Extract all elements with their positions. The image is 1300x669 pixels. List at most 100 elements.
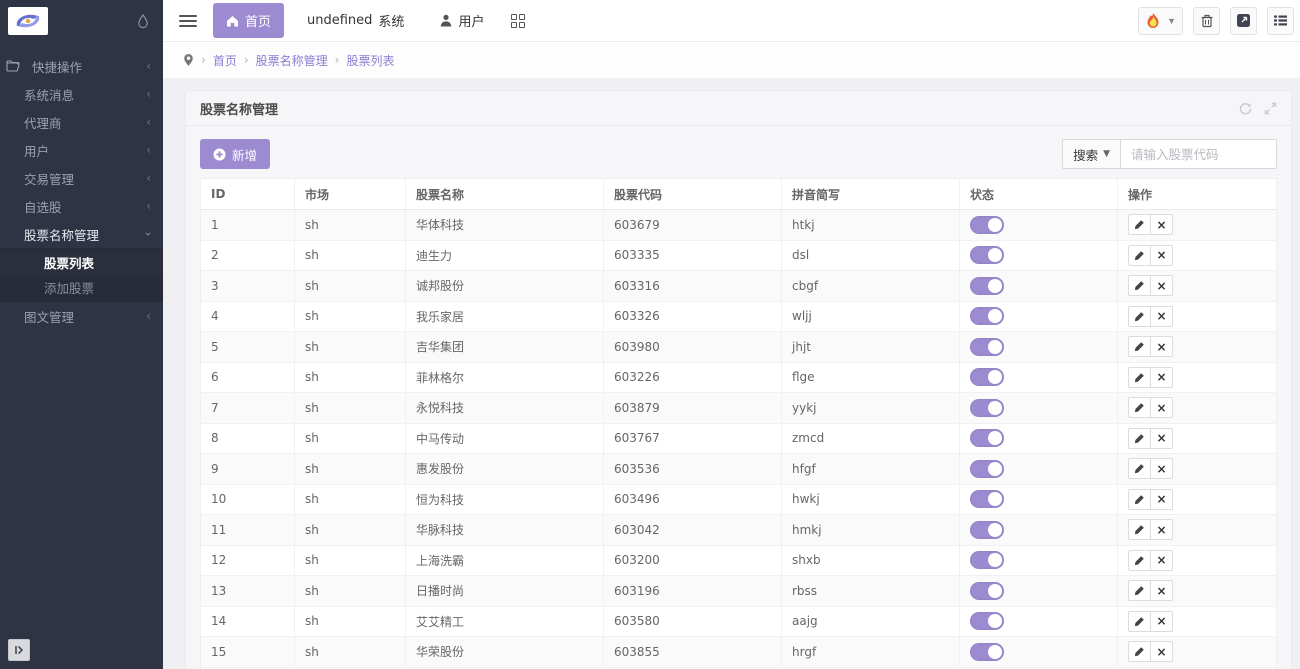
breadcrumb-link[interactable]: 股票列表 — [346, 52, 394, 69]
chevron-left-icon: ‹ — [146, 87, 151, 101]
sidebar-item-watchlist[interactable]: 自选股‹ — [0, 192, 163, 220]
search-dropdown-button[interactable]: 搜索 ▼ — [1062, 139, 1121, 169]
sidebar-item-system-messages[interactable]: 系统消息‹ — [0, 80, 163, 108]
delete-button[interactable]: × — [1150, 580, 1173, 601]
grid-icon[interactable] — [511, 14, 525, 28]
sidebar-subitem-stock-list[interactable]: 股票列表 — [0, 250, 163, 275]
status-toggle[interactable] — [970, 307, 1004, 325]
close-icon: × — [1156, 554, 1166, 566]
status-toggle[interactable] — [970, 277, 1004, 295]
nav-home-button[interactable]: 首页 — [213, 3, 284, 38]
edit-button[interactable] — [1128, 245, 1151, 266]
refresh-icon[interactable] — [1239, 102, 1252, 115]
status-toggle[interactable] — [970, 551, 1004, 569]
pencil-icon — [1134, 402, 1145, 413]
fullscreen-icon[interactable] — [1264, 102, 1277, 115]
collapse-arrow-icon — [13, 644, 25, 656]
delete-button[interactable]: × — [1150, 489, 1173, 510]
sidebar-item-content-management[interactable]: 图文管理‹ — [0, 302, 163, 330]
sidebar-item-stock-name-management[interactable]: 股票名称管理› — [0, 220, 163, 248]
delete-button[interactable]: × — [1150, 367, 1173, 388]
log-list-button[interactable] — [1267, 7, 1294, 35]
cell-pinyin: flge — [782, 362, 960, 393]
edit-button[interactable] — [1128, 306, 1151, 327]
search-input[interactable] — [1121, 139, 1277, 169]
sidebar-item-label: 股票名称管理 — [24, 225, 146, 244]
edit-button[interactable] — [1128, 428, 1151, 449]
table-row: 9sh惠发股份603536hfgf× — [201, 454, 1277, 485]
status-toggle[interactable] — [970, 246, 1004, 264]
sidebar-item-label: 系统消息 — [24, 85, 146, 104]
cell-actions: × — [1118, 606, 1277, 637]
edit-button[interactable] — [1128, 336, 1151, 357]
delete-button[interactable]: × — [1150, 336, 1173, 357]
edit-button[interactable] — [1128, 550, 1151, 571]
edit-button[interactable] — [1128, 489, 1151, 510]
sidebar-item-label: 代理商 — [24, 113, 146, 132]
sidebar-subitem-add-stock[interactable]: 添加股票 — [0, 275, 163, 300]
delete-button[interactable]: × — [1150, 306, 1173, 327]
delete-button[interactable]: × — [1150, 550, 1173, 571]
status-toggle[interactable] — [970, 216, 1004, 234]
table-row: 7sh永悦科技603879yykj× — [201, 393, 1277, 424]
status-toggle[interactable] — [970, 460, 1004, 478]
sidebar-item-trade-management[interactable]: 交易管理‹ — [0, 164, 163, 192]
delete-button[interactable]: × — [1150, 611, 1173, 632]
status-toggle[interactable] — [970, 368, 1004, 386]
status-toggle[interactable] — [970, 612, 1004, 630]
nav-system-button[interactable]: undefined系统 — [294, 3, 417, 38]
edit-button[interactable] — [1128, 214, 1151, 235]
edit-button[interactable] — [1128, 611, 1151, 632]
edit-button[interactable] — [1128, 641, 1151, 662]
toggle-knob — [988, 309, 1002, 323]
edit-button[interactable] — [1128, 397, 1151, 418]
status-toggle[interactable] — [970, 429, 1004, 447]
cell-pinyin: zmcd — [782, 423, 960, 454]
trash-button[interactable] — [1193, 7, 1220, 35]
edit-button[interactable] — [1128, 580, 1151, 601]
app-logo[interactable] — [8, 7, 48, 35]
delete-button[interactable]: × — [1150, 641, 1173, 662]
cell-actions: × — [1118, 515, 1277, 546]
hamburger-icon[interactable] — [179, 15, 197, 27]
pencil-icon — [1134, 311, 1145, 322]
add-button[interactable]: 新增 — [200, 139, 270, 169]
theme-flame-button[interactable]: ▼ — [1138, 7, 1183, 35]
toggle-knob — [988, 553, 1002, 567]
table-row: 8sh中马传动603767zmcd× — [201, 423, 1277, 454]
delete-button[interactable]: × — [1150, 275, 1173, 296]
delete-button[interactable]: × — [1150, 214, 1173, 235]
status-toggle[interactable] — [970, 338, 1004, 356]
status-toggle[interactable] — [970, 582, 1004, 600]
edit-button[interactable] — [1128, 275, 1151, 296]
pencil-icon — [1134, 524, 1145, 535]
screenshot-button[interactable] — [1230, 7, 1257, 35]
edit-button[interactable] — [1128, 458, 1151, 479]
sidebar-item-quick-actions[interactable]: 快捷操作‹ — [0, 52, 163, 80]
sidebar-collapse-button[interactable] — [8, 639, 30, 661]
cell-market: sh — [295, 576, 406, 607]
status-toggle[interactable] — [970, 643, 1004, 661]
cell-pinyin: cbgf — [782, 271, 960, 302]
breadcrumb-link[interactable]: 首页 — [213, 52, 237, 69]
sidebar-item-users[interactable]: 用户‹ — [0, 136, 163, 164]
delete-button[interactable]: × — [1150, 458, 1173, 479]
cell-actions: × — [1118, 271, 1277, 302]
status-toggle[interactable] — [970, 521, 1004, 539]
droplet-icon[interactable] — [137, 14, 149, 29]
nav-user-button[interactable]: 用户 — [427, 3, 497, 38]
status-toggle[interactable] — [970, 490, 1004, 508]
delete-button[interactable]: × — [1150, 519, 1173, 540]
close-icon: × — [1156, 371, 1166, 383]
status-toggle[interactable] — [970, 399, 1004, 417]
breadcrumb-link[interactable]: 股票名称管理 — [256, 52, 328, 69]
cell-stock-code: 603580 — [604, 606, 782, 637]
edit-button[interactable] — [1128, 367, 1151, 388]
edit-button[interactable] — [1128, 519, 1151, 540]
cell-id: 13 — [201, 576, 295, 607]
delete-button[interactable]: × — [1150, 397, 1173, 418]
delete-button[interactable]: × — [1150, 428, 1173, 449]
delete-button[interactable]: × — [1150, 245, 1173, 266]
cell-status — [960, 393, 1118, 424]
sidebar-item-agents[interactable]: 代理商‹ — [0, 108, 163, 136]
